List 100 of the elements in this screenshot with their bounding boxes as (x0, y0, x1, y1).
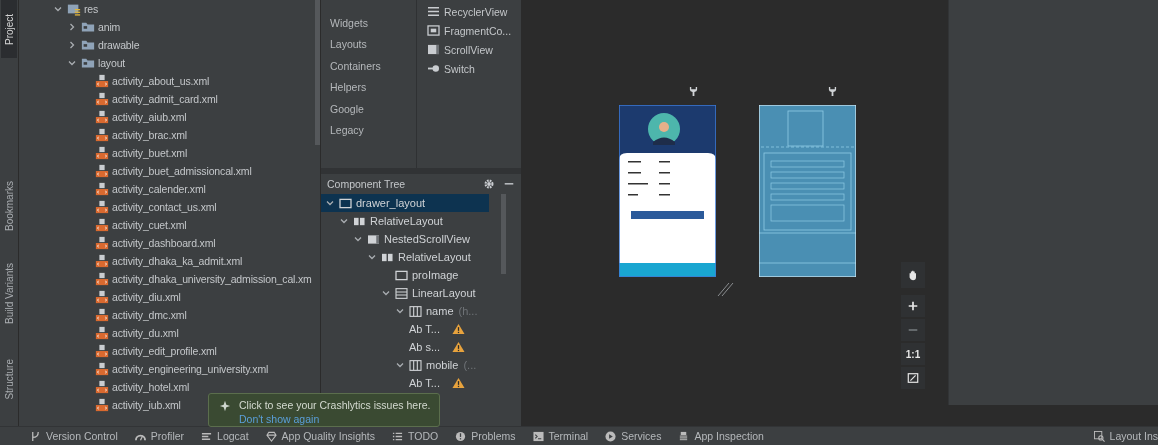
tree-item[interactable]: activity_dhaka_ka_admit.xml (112, 255, 243, 267)
tool-window-button[interactable]: Logcat (201, 430, 249, 442)
tree-item[interactable]: activity_diu.xml (112, 291, 181, 303)
tree-item[interactable]: activity_dashboard.xml (112, 237, 216, 249)
chevron-icon[interactable] (67, 58, 77, 68)
tool-window-button[interactable]: App Quality Insights (265, 430, 375, 442)
tree-item[interactable]: activity_buet_admissioncal.xml (112, 165, 252, 177)
tool-window-tab[interactable]: Project (1, 0, 17, 58)
scroll-view-icon (427, 44, 440, 55)
component-row[interactable]: Ab T... (321, 374, 489, 392)
tree-item[interactable]: activity_du.xml (112, 327, 179, 339)
palette-category[interactable]: Legacy (330, 119, 416, 141)
dont-show-again-link[interactable]: Don't show again (239, 412, 431, 426)
tree-item[interactable]: drawable (98, 39, 140, 51)
layout-file-icon (95, 398, 109, 412)
palette-category[interactable]: Widgets (330, 12, 416, 34)
chevron-icon[interactable] (367, 252, 377, 262)
tool-window-tab[interactable]: Build Variants (1, 260, 17, 327)
component-row[interactable]: Ab T... (321, 320, 489, 338)
warning-icon[interactable] (452, 377, 465, 389)
settings-icon[interactable] (483, 178, 495, 190)
horizontal-layout-icon (409, 305, 422, 317)
chevron-icon[interactable] (67, 22, 77, 32)
component-row[interactable]: proImage (321, 266, 489, 284)
chevron-icon[interactable] (67, 40, 77, 50)
frame-icon (339, 197, 352, 209)
tool-window-button[interactable]: Layout Ins (1093, 430, 1158, 442)
component-row[interactable]: LinearLayout (321, 284, 489, 302)
relative-layout-icon (353, 215, 366, 227)
layout-file-icon (95, 308, 109, 322)
layout-file-icon (95, 164, 109, 178)
switch-icon (427, 63, 440, 74)
layout-file-icon (95, 236, 109, 250)
warning-icon[interactable] (452, 323, 465, 335)
component-row[interactable]: drawer_layout (321, 194, 489, 212)
layout-file-icon (95, 92, 109, 106)
tool-window-button[interactable]: TODO (392, 430, 439, 442)
chevron-icon[interactable] (339, 216, 349, 226)
palette-category[interactable]: Containers (330, 55, 416, 77)
frame-icon (427, 25, 440, 36)
chevron-icon[interactable] (395, 360, 405, 370)
tree-item[interactable]: anim (98, 21, 121, 33)
inspect-icon (1093, 430, 1105, 442)
wrench-icon[interactable] (828, 86, 837, 97)
tree-item[interactable]: activity_buet.xml (112, 147, 188, 159)
tool-window-button[interactable]: Problems (455, 430, 516, 442)
tree-item[interactable]: activity_calender.xml (112, 183, 206, 195)
chevron-icon[interactable] (395, 306, 405, 316)
tool-window-button[interactable]: Terminal (532, 430, 589, 442)
zoom-control[interactable] (901, 295, 925, 317)
folder-icon (81, 20, 95, 34)
layout-file-icon (95, 362, 109, 376)
tree-item[interactable]: activity_hotel.xml (112, 381, 190, 393)
tree-item[interactable]: activity_cuet.xml (112, 219, 187, 231)
tool-window-button[interactable]: Profiler (134, 430, 185, 442)
tree-item[interactable]: activity_engineering_university.xml (112, 363, 269, 375)
chevron-icon[interactable] (325, 198, 335, 208)
palette-category[interactable]: Helpers (330, 76, 416, 98)
tree-item[interactable]: activity_aiub.xml (112, 111, 187, 123)
relative-layout-icon (381, 251, 394, 263)
tree-item[interactable]: activity_iub.xml (112, 399, 181, 411)
palette-item[interactable]: ScrollView (427, 40, 512, 59)
tool-window-tab[interactable]: Structure (1, 356, 17, 403)
chevron-icon[interactable] (353, 234, 363, 244)
component-row[interactable]: RelativeLayout (321, 248, 489, 266)
tool-window-button[interactable]: Services (605, 430, 662, 442)
layout-file-icon (95, 200, 109, 214)
tree-item[interactable]: res (84, 3, 99, 15)
chevron-icon[interactable] (53, 4, 63, 14)
chevron-icon[interactable] (381, 288, 391, 298)
tool-window-button[interactable]: Version Control (30, 430, 118, 442)
tree-item[interactable]: activity_dhaka_university_admission_cal.xm (112, 273, 312, 285)
notification-message: Click to see your Crashlytics issues here. (239, 398, 431, 412)
tree-item[interactable]: activity_brac.xml (112, 129, 188, 141)
tree-item[interactable]: activity_dmc.xml (112, 309, 187, 321)
layout-file-icon (95, 110, 109, 124)
tree-item[interactable]: activity_about_us.xml (112, 75, 210, 87)
zoom-control[interactable] (901, 367, 925, 389)
tool-window-button[interactable]: App Inspection (678, 430, 764, 442)
tree-item[interactable]: activity_admit_card.xml (112, 93, 218, 105)
component-row[interactable]: RelativeLayout (321, 212, 489, 230)
tree-item[interactable]: layout (98, 57, 126, 69)
info-icon (455, 430, 467, 442)
palette-item[interactable]: FragmentCo... (427, 21, 512, 40)
palette-category[interactable]: Layouts (330, 33, 416, 55)
zoom-control[interactable] (901, 262, 925, 288)
component-row[interactable]: NestedScrollView (321, 230, 489, 248)
layout-file-icon (95, 74, 109, 88)
fit-screen-icon (907, 372, 919, 384)
wrench-icon[interactable] (689, 86, 698, 97)
tool-window-tab[interactable]: Bookmarks (1, 178, 17, 234)
component-row[interactable]: Ab s... (321, 338, 489, 356)
palette-item[interactable]: RecyclerView (427, 2, 512, 21)
tree-item[interactable]: activity_contact_us.xml (112, 201, 217, 213)
component-row[interactable]: mobile (... (321, 356, 489, 374)
tree-item[interactable]: activity_edit_profile.xml (112, 345, 217, 357)
palette-category[interactable]: Google (330, 98, 416, 120)
zoom-control[interactable]: 1:1 (901, 343, 925, 365)
palette-item[interactable]: Switch (427, 59, 512, 78)
warning-icon[interactable] (452, 341, 466, 353)
